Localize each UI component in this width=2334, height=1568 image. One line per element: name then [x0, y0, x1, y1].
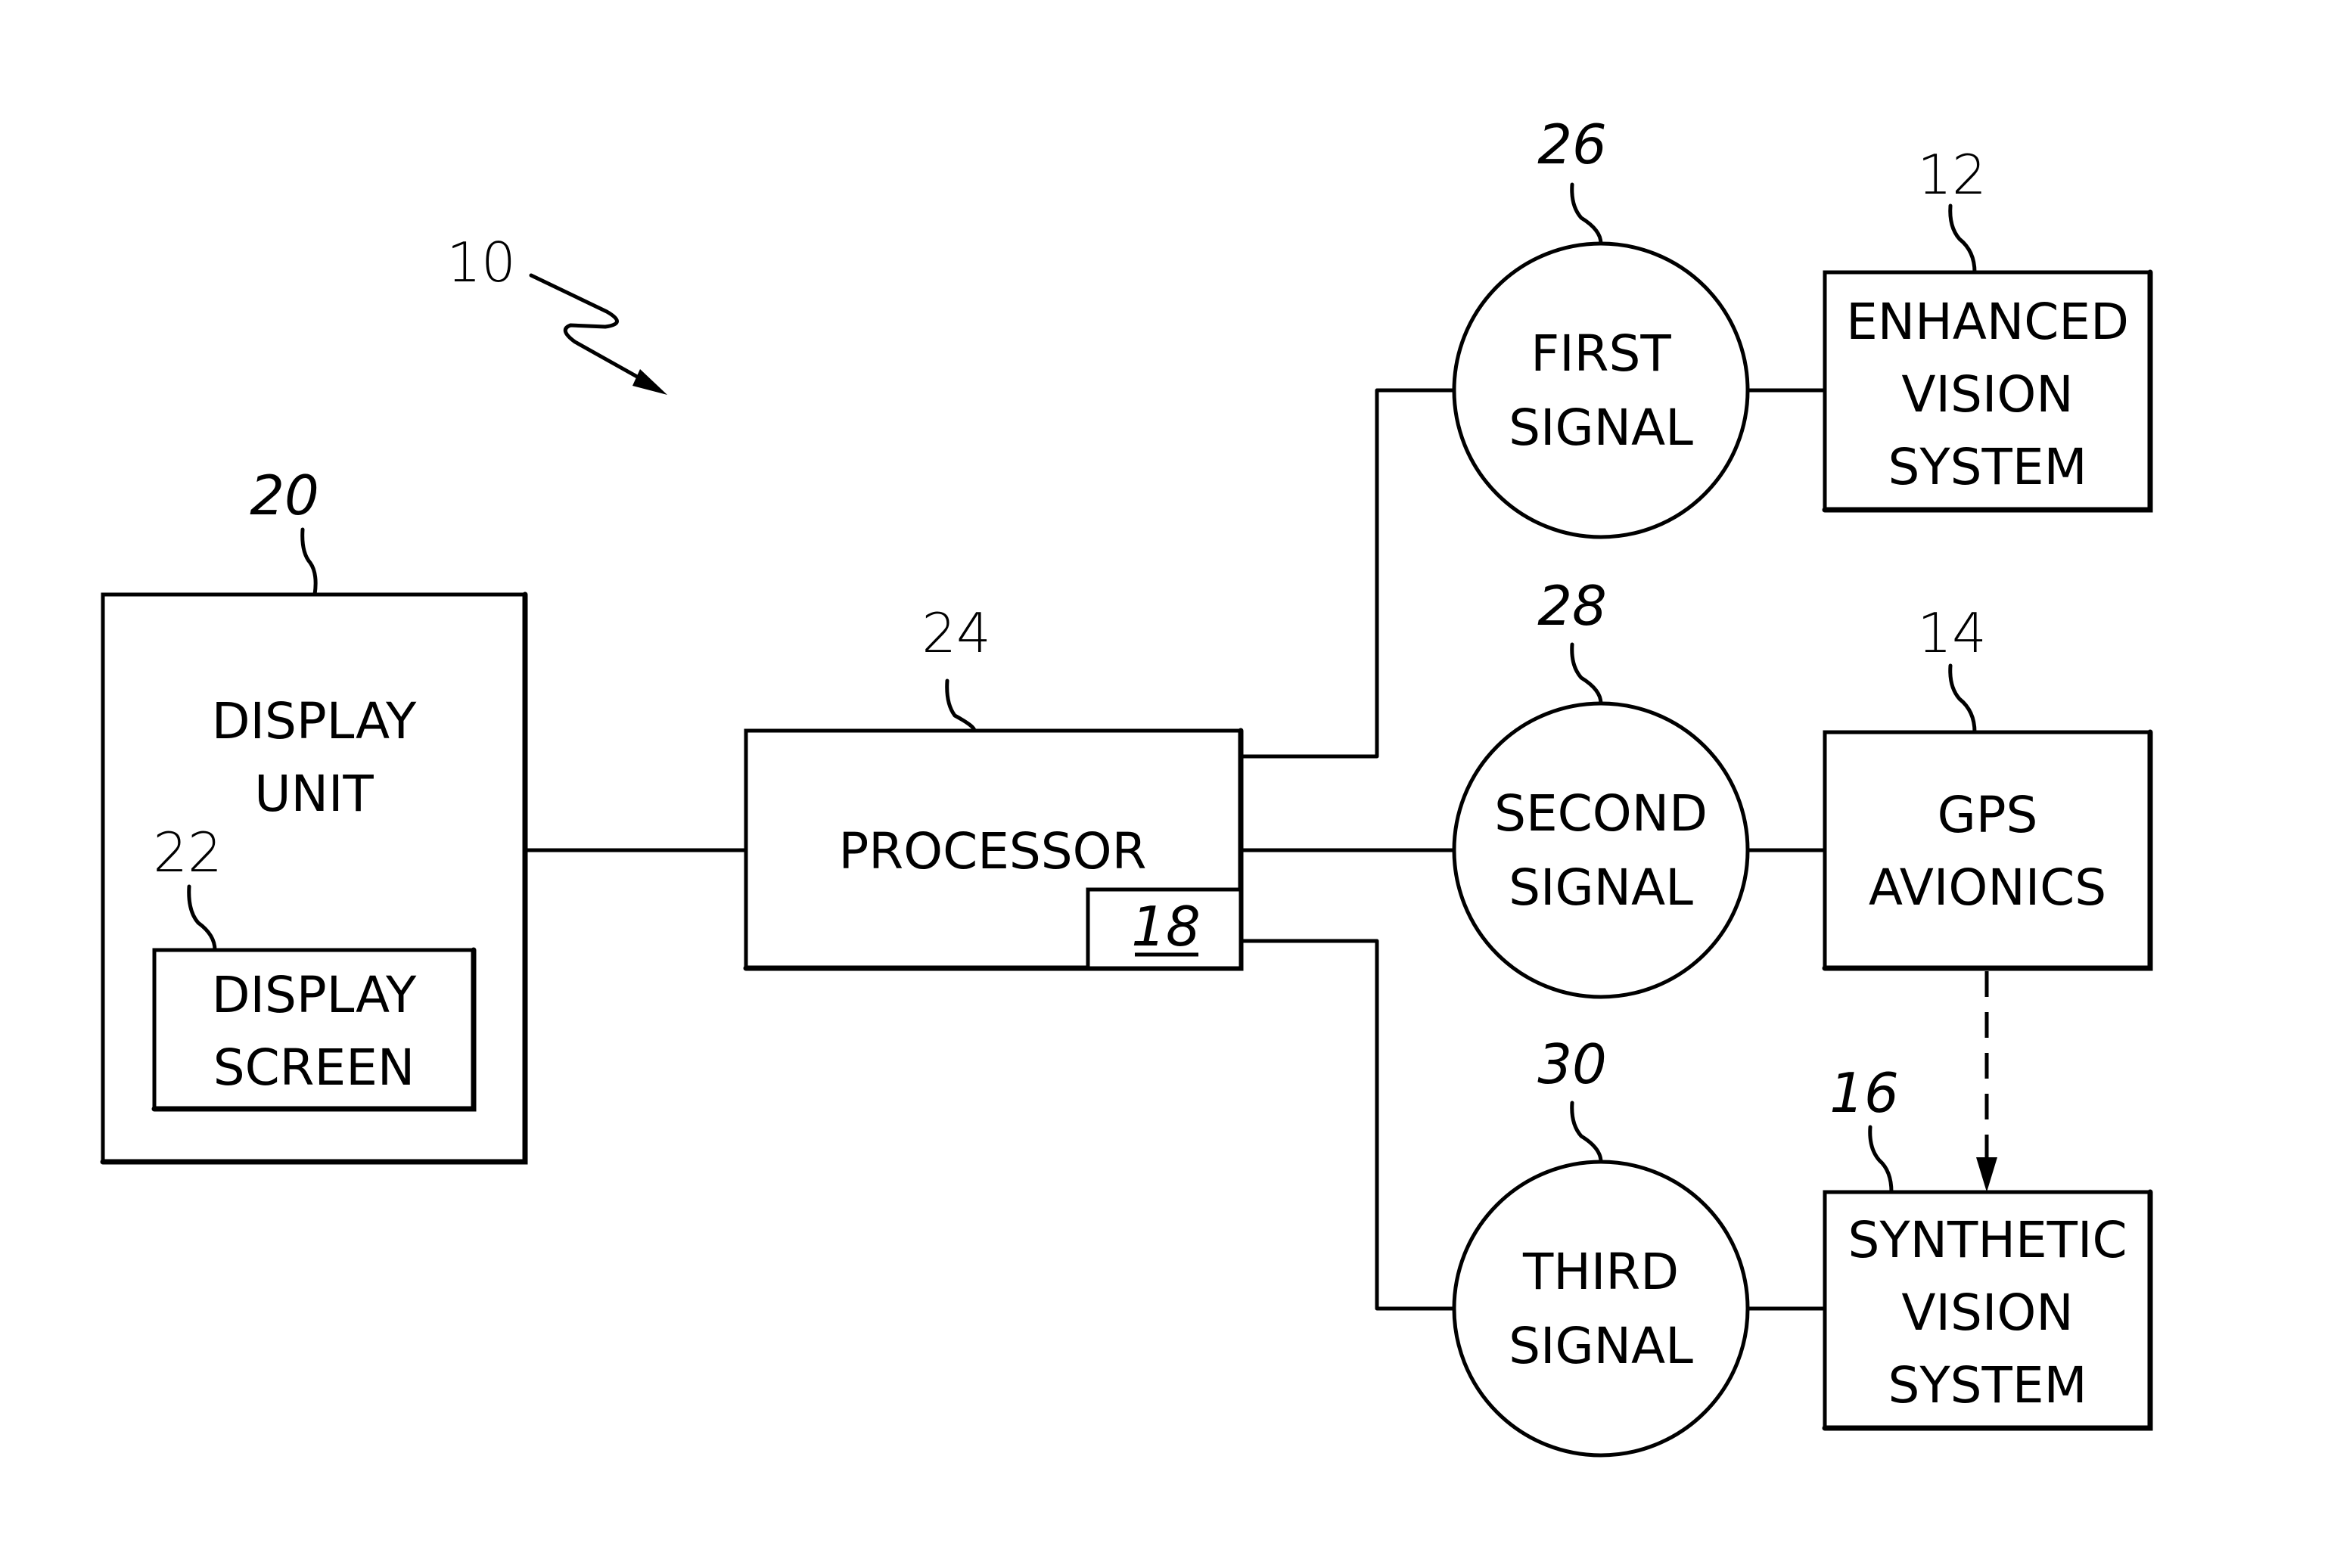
zigzag-arrow-icon: [529, 273, 653, 387]
third-signal-leader: [1570, 1101, 1603, 1164]
connection-processor-first-signal: [1238, 388, 1456, 759]
display-screen-label-line-1: DISPLAY: [212, 966, 417, 1024]
svs-leader: [1868, 1125, 1894, 1194]
gps-avionics: 14 GPS AVIONICS: [1822, 601, 2153, 971]
processor-leader: [945, 678, 977, 733]
second-signal-circle: [1452, 701, 1750, 999]
processor-label: PROCESSOR: [839, 822, 1147, 880]
first-signal-label-line-1: FIRST: [1531, 324, 1671, 383]
second-signal-ref: 28: [1537, 574, 1607, 638]
svs-label-line-1: SYNTHETIC: [1848, 1211, 2127, 1269]
display-unit: 20 DISPLAY UNIT 22 DISPLAY SCREEN: [100, 464, 528, 1165]
second-signal-label-line-1: SECOND: [1494, 784, 1708, 843]
first-signal-ref: 26: [1537, 113, 1607, 176]
processor-sub-ref: 18: [1131, 895, 1201, 958]
enhanced-vision-system: 12 ENHANCED VISION SYSTEM: [1822, 143, 2153, 513]
block-diagram: 10 20 DISPLAY UNIT 22 DISPLAY SCREEN 24: [100, 113, 2153, 1458]
third-signal-circle: [1452, 1160, 1750, 1458]
evs-leader: [1948, 203, 1977, 275]
third-signal-label-line-1: THIRD: [1522, 1243, 1679, 1301]
system-ref-label: 10: [446, 231, 516, 294]
gps-box: [1823, 730, 2152, 970]
gps-leader: [1948, 663, 1977, 734]
display-unit-label-line-1: DISPLAY: [212, 692, 417, 750]
display-unit-label-line-2: UNIT: [254, 765, 374, 823]
evs-label-line-2: VISION: [1901, 365, 2073, 424]
gps-label-line-2: AVIONICS: [1869, 859, 2106, 917]
connection-processor-third-signal: [1238, 939, 1456, 1311]
processor: 24 PROCESSOR 18: [743, 601, 1244, 971]
processor-ref: 24: [921, 601, 991, 665]
first-signal-leader: [1570, 182, 1603, 246]
first-signal-circle: [1452, 241, 1750, 539]
second-signal-leader: [1570, 642, 1603, 706]
dashed-arrowhead-icon: [1976, 1157, 1997, 1192]
display-unit-ref: 20: [250, 464, 319, 527]
third-signal: 30 THIRD SIGNAL: [1452, 1032, 1750, 1458]
evs-label-line-3: SYSTEM: [1888, 438, 2087, 496]
third-signal-ref: 30: [1537, 1032, 1607, 1096]
svs-ref: 16: [1829, 1061, 1899, 1125]
gps-ref: 14: [1917, 601, 1987, 665]
display-unit-leader: [300, 527, 318, 597]
second-signal-label-line-2: SIGNAL: [1509, 859, 1693, 917]
third-signal-label-line-2: SIGNAL: [1509, 1317, 1693, 1375]
system-reference: 10: [446, 231, 667, 395]
zigzag-arrowhead-icon: [632, 369, 667, 395]
svs-label-line-2: VISION: [1901, 1284, 2073, 1342]
first-signal: 26 FIRST SIGNAL: [1452, 113, 1750, 539]
second-signal: 28 SECOND SIGNAL: [1452, 574, 1750, 999]
display-screen-ref: 22: [153, 821, 222, 884]
evs-label-line-1: ENHANCED: [1846, 293, 2129, 351]
evs-ref: 12: [1917, 143, 1987, 206]
first-signal-label-line-2: SIGNAL: [1509, 399, 1693, 457]
svs-label-line-3: SYSTEM: [1888, 1356, 2087, 1414]
display-screen-label-line-2: SCREEN: [213, 1039, 415, 1097]
gps-label-line-1: GPS: [1938, 786, 2038, 844]
